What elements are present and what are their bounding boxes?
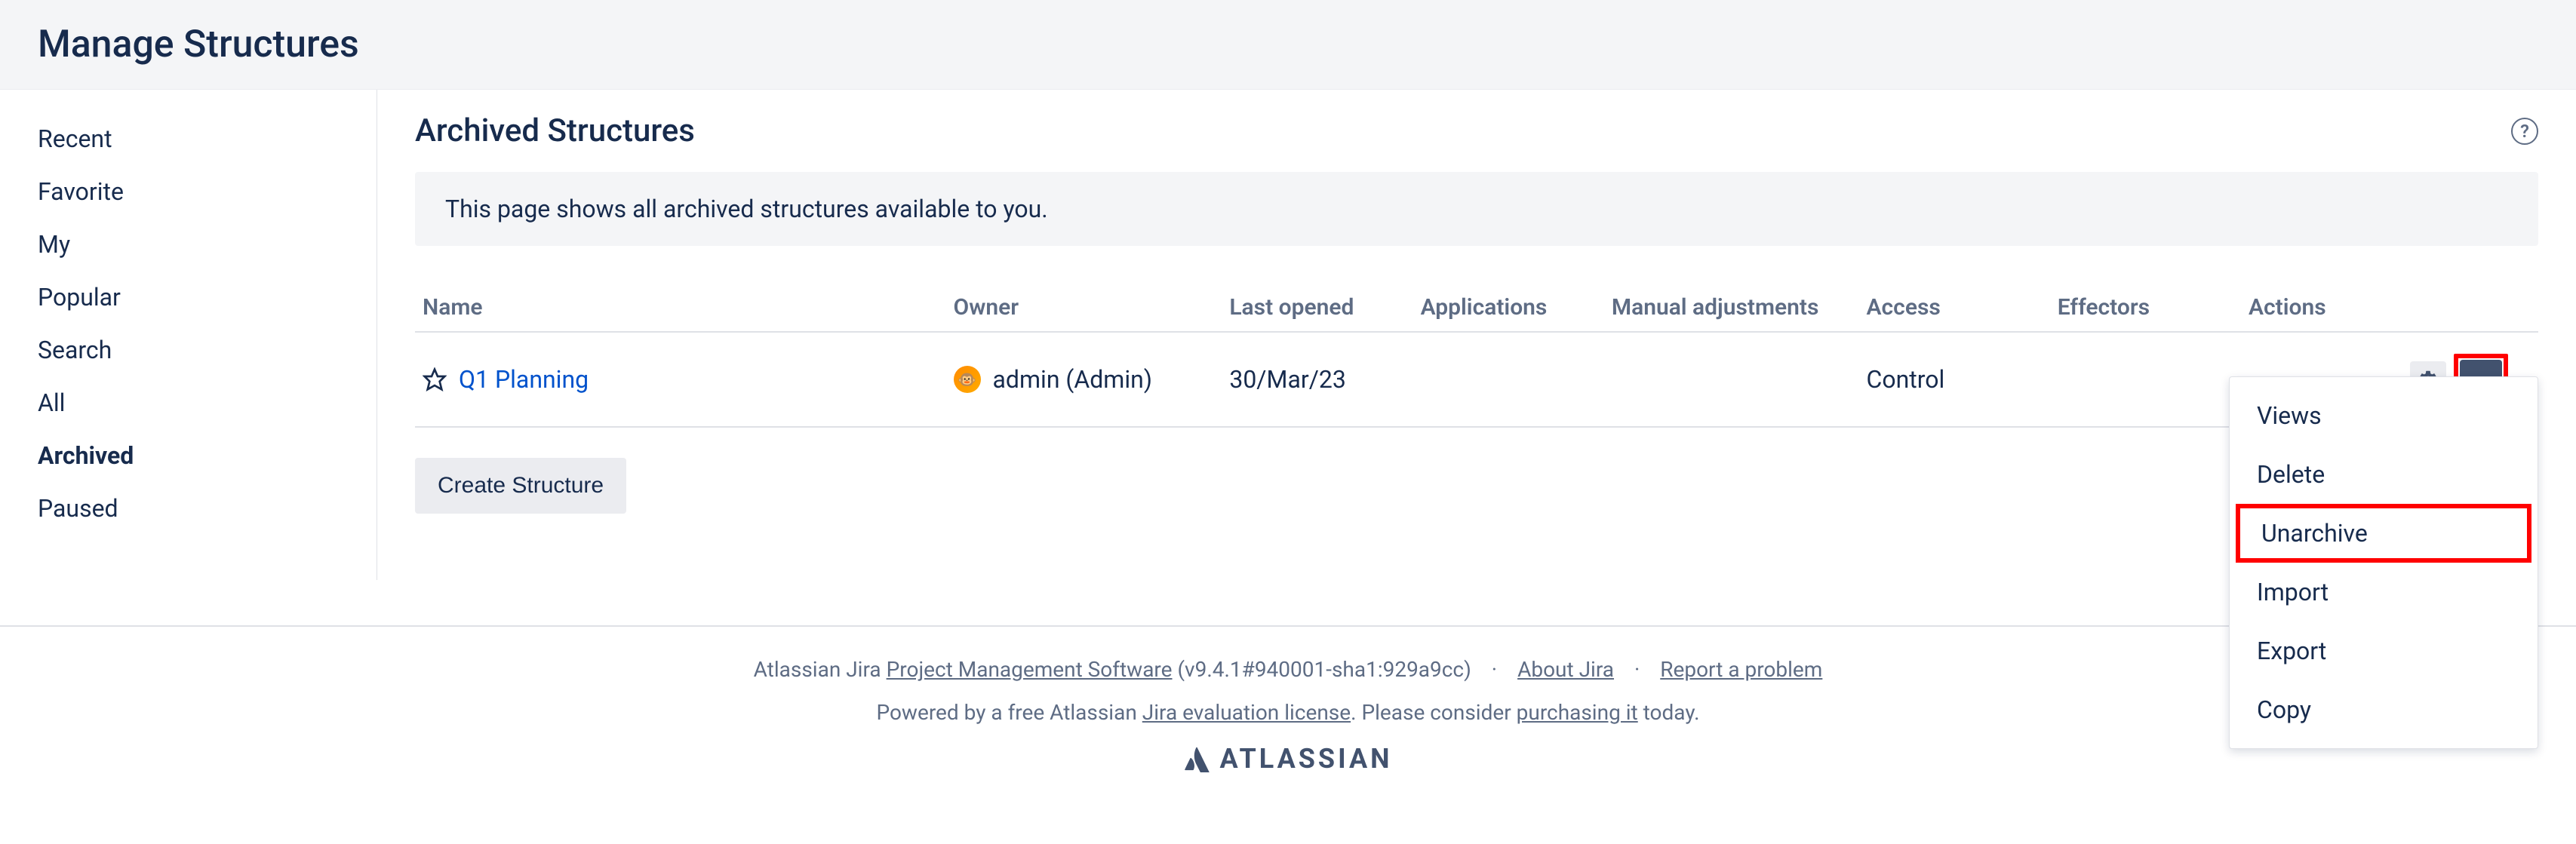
footer-link-pms[interactable]: Project Management Software xyxy=(887,657,1173,682)
footer: Atlassian Jira Project Management Softwa… xyxy=(0,627,2576,797)
sidebar-item-archived[interactable]: Archived xyxy=(38,429,377,482)
col-actions: Actions xyxy=(2241,284,2538,332)
footer-prefix: Atlassian Jira xyxy=(754,657,887,682)
actions-dropdown: Views Delete Unarchive Import Export Cop… xyxy=(2229,376,2538,749)
dropdown-copy[interactable]: Copy xyxy=(2230,680,2538,739)
footer-link-purchase[interactable]: purchasing it xyxy=(1517,700,1638,725)
sidebar-item-paused[interactable]: Paused xyxy=(38,482,377,535)
sidebar-item-favorite[interactable]: Favorite xyxy=(38,165,377,218)
dropdown-views[interactable]: Views xyxy=(2230,386,2538,445)
col-access: Access xyxy=(1859,284,2050,332)
effectors-value xyxy=(2050,332,2241,427)
page-header: Manage Structures xyxy=(0,0,2576,90)
owner-name: admin (Admin) xyxy=(993,365,1152,394)
page-title: Manage Structures xyxy=(38,23,2576,66)
content-area: Archived Structures ? This page shows al… xyxy=(377,90,2576,580)
manual-adjustments-value xyxy=(1604,332,1859,427)
col-last-opened: Last opened xyxy=(1222,284,1412,332)
col-owner: Owner xyxy=(946,284,1222,332)
sidebar-item-search[interactable]: Search xyxy=(38,324,377,376)
info-banner: This page shows all archived structures … xyxy=(415,172,2538,246)
sidebar-item-my[interactable]: My xyxy=(38,218,377,271)
footer-line2-mid: . Please consider xyxy=(1351,700,1517,725)
atlassian-logo: ATLASSIAN xyxy=(0,743,2576,775)
dropdown-export[interactable]: Export xyxy=(2230,621,2538,680)
sidebar-item-all[interactable]: All xyxy=(38,376,377,429)
access-value: Control xyxy=(1859,332,2050,427)
dropdown-delete[interactable]: Delete xyxy=(2230,445,2538,504)
footer-link-eval[interactable]: Jira evaluation license xyxy=(1142,700,1351,725)
footer-line2-prefix: Powered by a free Atlassian xyxy=(876,700,1142,725)
structures-table: Name Owner Last opened Applications Manu… xyxy=(415,284,2538,428)
footer-version: (v9.4.1#940001-sha1:929a9cc) xyxy=(1173,657,1471,682)
sidebar-item-popular[interactable]: Popular xyxy=(38,271,377,324)
structure-name-link[interactable]: Q1 Planning xyxy=(459,365,589,394)
avatar: 🐵 xyxy=(954,366,981,393)
footer-line2-suffix: today. xyxy=(1638,700,1700,725)
atlassian-brand-text: ATLASSIAN xyxy=(1219,743,1392,775)
col-name: Name xyxy=(415,284,946,332)
footer-link-about[interactable]: About Jira xyxy=(1517,657,1614,682)
create-structure-button[interactable]: Create Structure xyxy=(415,458,626,514)
col-effectors: Effectors xyxy=(2050,284,2241,332)
col-applications: Applications xyxy=(1413,284,1604,332)
dropdown-import[interactable]: Import xyxy=(2230,563,2538,621)
content-heading: Archived Structures xyxy=(415,112,695,149)
applications-value xyxy=(1413,332,1604,427)
sidebar: Recent Favorite My Popular Search All Ar… xyxy=(0,90,377,580)
table-row: Q1 Planning 🐵 admin (Admin) 30/Mar/23 Co… xyxy=(415,332,2538,427)
col-manual-adjustments: Manual adjustments xyxy=(1604,284,1859,332)
star-icon[interactable] xyxy=(423,367,447,391)
help-icon[interactable]: ? xyxy=(2511,118,2538,145)
dropdown-unarchive[interactable]: Unarchive xyxy=(2236,504,2531,563)
atlassian-icon xyxy=(1183,745,1210,772)
footer-link-report[interactable]: Report a problem xyxy=(1660,657,1822,682)
last-opened-value: 30/Mar/23 xyxy=(1222,332,1412,427)
sidebar-item-recent[interactable]: Recent xyxy=(38,112,377,165)
